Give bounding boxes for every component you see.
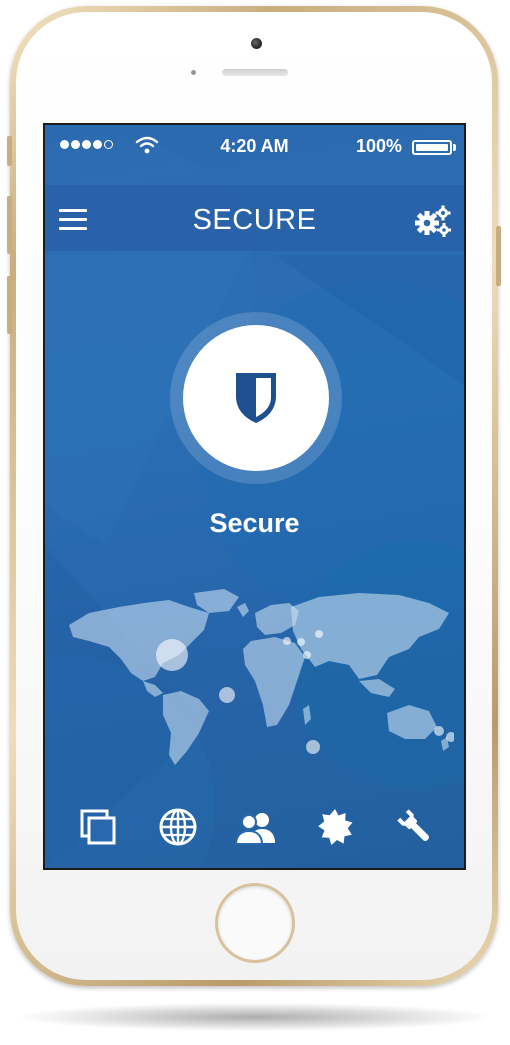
earpiece-speaker	[222, 69, 288, 76]
volume-down-button	[7, 276, 12, 334]
mute-switch	[7, 136, 12, 166]
battery-icon	[412, 140, 452, 155]
front-camera	[251, 38, 262, 49]
windows-icon	[80, 809, 116, 845]
battery-percentage: 100%	[355, 136, 402, 156]
proximity-sensor	[191, 70, 196, 75]
badge-icon	[318, 809, 353, 845]
battery-terminal	[453, 144, 456, 151]
connection-status-label: Secure	[209, 508, 300, 538]
tab-badge[interactable]	[309, 801, 361, 853]
status-indicator-button[interactable]	[183, 325, 329, 471]
app-screen: 4:20 AM 100% SECURE Secure	[43, 123, 466, 870]
users-icon	[234, 813, 275, 845]
tab-globe[interactable]	[152, 801, 204, 853]
wrench-icon	[397, 809, 429, 841]
world-map	[69, 589, 454, 765]
page-title: SECURE	[192, 204, 317, 236]
tab-bar	[45, 801, 464, 857]
tab-users[interactable]	[230, 801, 282, 853]
shield-icon	[236, 373, 276, 423]
tab-tools[interactable]	[389, 801, 441, 853]
navigation-bar: SECURE	[45, 185, 464, 251]
power-button	[496, 226, 501, 286]
tab-windows[interactable]	[72, 801, 124, 853]
status-bar: 4:20 AM 100%	[45, 125, 464, 169]
status-indicator-halo	[170, 312, 342, 484]
gears-icon[interactable]	[415, 205, 451, 237]
globe-icon	[159, 808, 197, 846]
volume-up-button	[7, 196, 12, 254]
home-button[interactable]	[215, 883, 295, 963]
phone-shadow	[20, 1003, 490, 1031]
